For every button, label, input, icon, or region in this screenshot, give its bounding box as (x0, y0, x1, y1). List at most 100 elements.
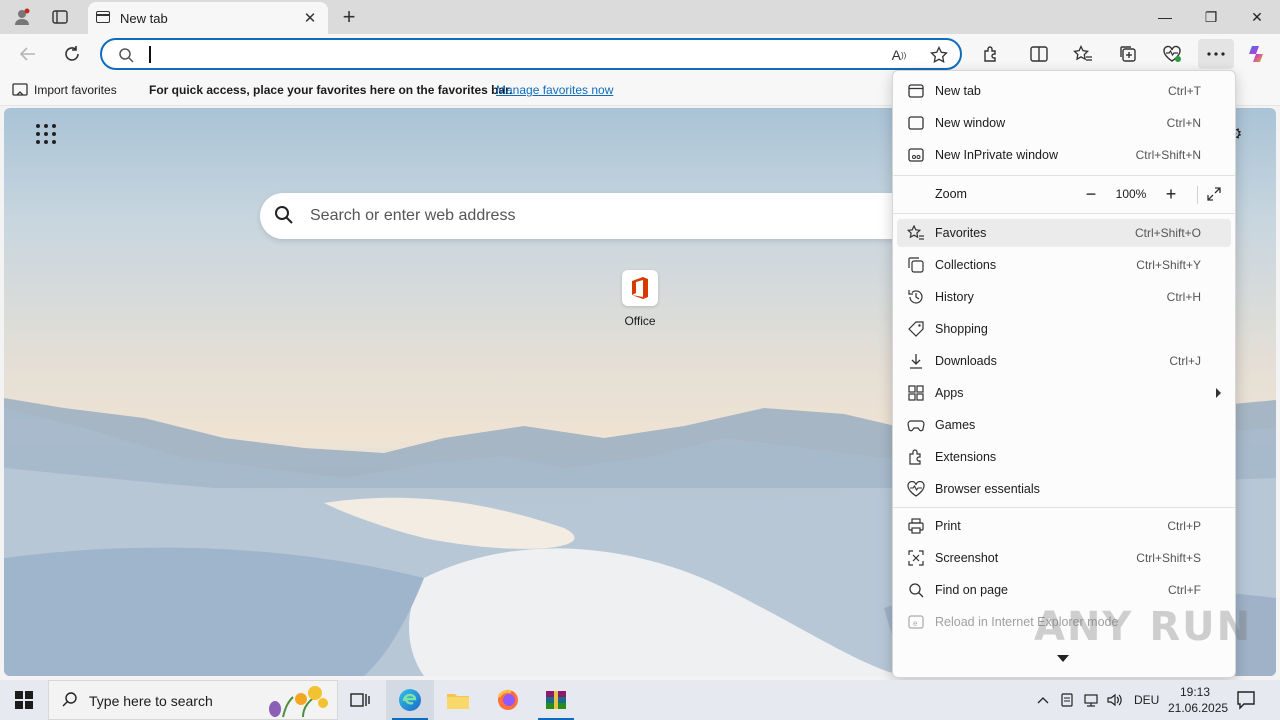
network-icon[interactable] (1082, 691, 1100, 709)
zoom-level: 100% (1115, 187, 1147, 201)
new-tab-page-icon (96, 11, 110, 23)
zoom-out-button[interactable]: − (1077, 182, 1105, 206)
notification-center-icon[interactable] (1236, 690, 1256, 713)
menu-item-zoom: Zoom − 100% + (897, 180, 1231, 208)
toolbar: A)) (0, 34, 1280, 74)
copilot-icon[interactable] (1244, 41, 1270, 67)
download-icon (907, 352, 925, 370)
system-clock[interactable]: 19:13 21.06.2025 (1168, 684, 1229, 716)
maximize-button[interactable]: ❐ (1188, 0, 1234, 34)
close-tab-icon[interactable]: ✕ (300, 8, 320, 28)
title-bar: New tab ✕ + — ❐ ✕ (0, 0, 1280, 34)
extensions-icon (907, 448, 925, 466)
screenshot-icon (907, 549, 925, 567)
start-button[interactable] (0, 680, 48, 720)
new-window-icon (907, 114, 925, 132)
menu-item-apps[interactable]: Apps (897, 379, 1231, 407)
read-aloud-icon[interactable]: A)) (888, 45, 910, 65)
back-button[interactable] (14, 40, 42, 68)
menu-item-favorites[interactable]: Favorites Ctrl+Shift+O (897, 219, 1231, 247)
search-icon (61, 691, 79, 712)
menu-separator (893, 213, 1235, 214)
svg-text:e: e (913, 619, 918, 628)
extensions-icon[interactable] (978, 41, 1004, 67)
full-screen-icon[interactable] (1203, 184, 1225, 204)
menu-item-history[interactable]: History Ctrl+H (897, 283, 1231, 311)
search-icon (118, 47, 134, 66)
task-view-icon[interactable] (336, 680, 384, 720)
menu-item-new-tab[interactable]: New tab Ctrl+T (897, 77, 1231, 105)
heartbeat-icon (907, 480, 925, 498)
address-bar[interactable]: A)) (100, 38, 962, 70)
zoom-label: Zoom (935, 187, 967, 201)
clock-date: 21.06.2025 (1168, 701, 1229, 715)
apps-icon (907, 384, 925, 402)
clock-time: 19:13 (1179, 685, 1211, 699)
collections-icon (907, 256, 925, 274)
menu-item-browser-essentials[interactable]: Browser essentials (897, 475, 1231, 503)
manage-favorites-link[interactable]: Manage favorites now (496, 83, 613, 97)
search-placeholder: Search or enter web address (310, 207, 516, 224)
watermark: ANY RUN (1034, 604, 1253, 650)
taskbar-search-box[interactable]: Type here to search (48, 680, 338, 720)
menu-item-new-window[interactable]: New window Ctrl+N (897, 109, 1231, 137)
tile-label: Office (624, 314, 656, 328)
refresh-button[interactable] (58, 40, 86, 68)
menu-separator (893, 507, 1235, 508)
menu-item-downloads[interactable]: Downloads Ctrl+J (897, 347, 1231, 375)
close-window-button[interactable]: ✕ (1234, 0, 1280, 34)
inprivate-icon (907, 146, 925, 164)
input-language-indicator[interactable]: DEU (1134, 693, 1159, 707)
settings-and-more-menu: New tab Ctrl+T New window Ctrl+N New InP… (892, 70, 1236, 678)
zoom-divider (1197, 186, 1198, 204)
menu-item-screenshot[interactable]: Screenshot Ctrl+Shift+S (897, 544, 1231, 572)
favorite-star-icon[interactable] (928, 45, 950, 65)
split-screen-icon[interactable] (1026, 41, 1052, 67)
menu-separator (893, 175, 1235, 176)
taskbar: Type here to search DEU 19:13 21.06.2025 (0, 680, 1280, 720)
import-favorites-label: Import favorites (34, 83, 117, 97)
tab-new-tab[interactable]: New tab ✕ (88, 2, 328, 34)
shopping-tag-icon (907, 320, 925, 338)
menu-item-find-on-page[interactable]: Find on page Ctrl+F (897, 576, 1231, 604)
tray-app-icon[interactable] (1058, 691, 1076, 709)
settings-and-more-button[interactable] (1198, 39, 1234, 69)
app-launcher-icon[interactable] (36, 124, 56, 144)
ie-mode-icon: e (907, 613, 925, 631)
new-tab-button[interactable]: + (336, 4, 362, 30)
firefox-icon[interactable] (484, 680, 532, 720)
menu-scroll-down-icon[interactable] (1057, 655, 1069, 662)
favorites-icon (907, 224, 925, 242)
history-icon (907, 288, 925, 306)
import-favorites-button[interactable]: Import favorites (12, 82, 117, 98)
browser-essentials-icon[interactable] (1159, 41, 1185, 67)
find-icon (907, 581, 925, 599)
edge-taskbar-icon[interactable] (386, 680, 434, 720)
new-tab-icon (907, 82, 925, 100)
minimize-button[interactable]: — (1142, 0, 1188, 34)
favorites-icon[interactable] (1070, 41, 1096, 67)
menu-item-shopping[interactable]: Shopping (897, 315, 1231, 343)
menu-item-games[interactable]: Games (897, 411, 1231, 439)
quick-link-tile[interactable]: Office (618, 270, 662, 328)
profile-icon[interactable] (8, 5, 36, 29)
windows-logo-icon (15, 691, 33, 709)
submenu-arrow-icon (1216, 388, 1221, 398)
favorites-bar-message: For quick access, place your favorites h… (149, 83, 513, 97)
show-hidden-icons-chevron-icon[interactable] (1034, 691, 1052, 709)
tab-actions-icon[interactable] (46, 5, 74, 29)
search-icon (274, 205, 294, 228)
menu-item-new-inprivate-window[interactable]: New InPrivate window Ctrl+Shift+N (897, 141, 1231, 169)
winrar-icon[interactable] (532, 680, 580, 720)
games-icon (907, 416, 925, 434)
menu-item-print[interactable]: Print Ctrl+P (897, 512, 1231, 540)
tab-title: New tab (120, 10, 168, 26)
menu-item-extensions[interactable]: Extensions (897, 443, 1231, 471)
zoom-in-button[interactable]: + (1157, 182, 1185, 206)
import-favorites-icon (12, 83, 28, 96)
menu-item-collections[interactable]: Collections Ctrl+Shift+Y (897, 251, 1231, 279)
taskbar-search-placeholder: Type here to search (89, 693, 213, 709)
volume-icon[interactable] (1106, 691, 1124, 709)
collections-icon[interactable] (1115, 41, 1141, 67)
file-explorer-icon[interactable] (434, 680, 482, 720)
